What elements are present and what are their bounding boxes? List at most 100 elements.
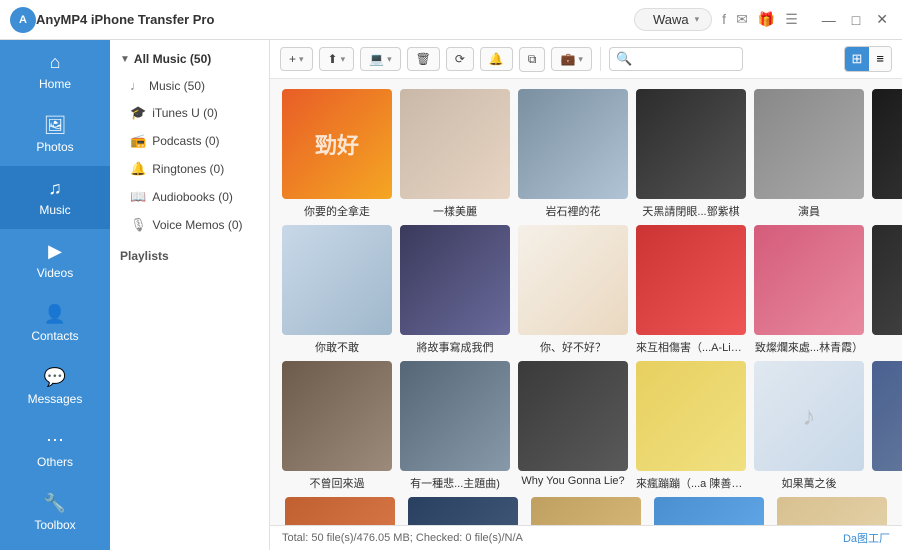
song-title-13: 不曾回來過 xyxy=(310,475,365,491)
list-item[interactable]: Why You Gonna Lie? xyxy=(518,361,628,491)
sidebar-item-contacts[interactable]: 👤 Contacts xyxy=(0,292,110,355)
export-icon: ⬆ xyxy=(328,52,338,66)
album-art-14 xyxy=(400,361,510,471)
photos-icon: 🖼 xyxy=(44,115,67,136)
sub-item-music[interactable]: ♩ Music (50) xyxy=(110,72,269,99)
list-item[interactable]: 來瘋蹦蹦（...a 陳善樺） xyxy=(636,361,746,491)
list-item[interactable]: 有一種悲...主題曲) xyxy=(400,361,510,491)
sub-label-itunes-u: iTunes U (0) xyxy=(152,106,218,120)
sidebar-item-music[interactable]: ♫ Music xyxy=(0,166,110,229)
sidebar-item-home[interactable]: ⌂ Home xyxy=(0,40,110,103)
window-controls: — □ ✕ xyxy=(818,9,892,30)
sub-item-itunes-u[interactable]: 🎓 iTunes U (0) xyxy=(110,99,269,127)
song-title-16: 來瘋蹦蹦（...a 陳善樺） xyxy=(636,475,746,491)
album-art-11 xyxy=(754,225,864,335)
song-title-3: 岩石裡的花 xyxy=(546,203,601,219)
list-item[interactable]: 勁好 你要的全拿走 xyxy=(282,89,392,219)
song-title-10: 來互相傷害（...A-Lin） xyxy=(636,339,746,355)
list-item[interactable] xyxy=(651,497,766,525)
list-item[interactable]: 體匿 xyxy=(872,225,902,355)
add-icon: + xyxy=(289,52,296,66)
minimize-button[interactable]: — xyxy=(818,10,840,30)
list-item[interactable]: 岩石裡的花 xyxy=(518,89,628,219)
list-item[interactable] xyxy=(528,497,643,525)
chat-icon[interactable]: ✉ xyxy=(736,11,748,28)
messages-icon: 💬 xyxy=(44,367,66,388)
list-item[interactable]: 你敢不敢 xyxy=(282,225,392,355)
list-item[interactable]: 演員 xyxy=(754,89,864,219)
sub-item-podcasts[interactable]: 📻 Podcasts (0) xyxy=(110,127,269,155)
podcasts-icon: 📻 xyxy=(130,133,146,149)
all-music-label: All Music (50) xyxy=(134,52,211,66)
list-item[interactable]: 候鳥 xyxy=(872,89,902,219)
album-art-9 xyxy=(518,225,628,335)
more-button[interactable]: 💼 ▾ xyxy=(551,47,591,71)
album-art-18 xyxy=(872,361,902,471)
add-button[interactable]: + ▾ xyxy=(280,47,313,71)
right-content: + ▾ ⬆ ▾ 💻 ▾ 🗑 ⟳ 🔔 ⧉ xyxy=(270,40,902,550)
sidebar-label-others: Others xyxy=(37,455,73,469)
song-title-2: 一樣美麗 xyxy=(433,203,477,219)
voice-memos-icon: 🎙 xyxy=(130,217,147,233)
list-item[interactable]: 來互相傷害（...A-Lin） xyxy=(636,225,746,355)
more-arrow-icon: ▾ xyxy=(578,54,583,65)
list-item[interactable]: 致燦爛來處...林青霞） xyxy=(754,225,864,355)
list-item[interactable]: 將故事寫成我們 xyxy=(400,225,510,355)
sub-item-ringtones[interactable]: 🔔 Ringtones (0) xyxy=(110,155,269,183)
sidebar-item-photos[interactable]: 🖼 Photos xyxy=(0,103,110,166)
refresh-button[interactable]: ⟳ xyxy=(446,47,474,71)
album-art-20 xyxy=(408,497,518,525)
to-pc-icon: 💻 xyxy=(369,52,384,66)
close-button[interactable]: ✕ xyxy=(872,9,892,30)
to-pc-button[interactable]: 💻 ▾ xyxy=(360,47,400,71)
list-view-button[interactable]: ≡ xyxy=(869,47,891,71)
song-title-15: Why You Gonna Lie? xyxy=(521,475,624,487)
maximize-button[interactable]: □ xyxy=(848,10,864,30)
bell-button[interactable]: 🔔 xyxy=(480,47,513,71)
sub-item-audiobooks[interactable]: 📖 Audiobooks (0) xyxy=(110,183,269,211)
song-title-4: 天黑請閉眼...鄧紫棋 xyxy=(642,203,739,219)
song-title-17: 如果萬之後 xyxy=(782,475,837,491)
list-item[interactable]: 一樣美麗 xyxy=(400,89,510,219)
sidebar-label-home: Home xyxy=(39,77,71,91)
device-selector[interactable]: Wawa ▾ xyxy=(634,8,712,31)
facebook-icon[interactable]: f xyxy=(722,11,726,28)
sidebar-item-videos[interactable]: ▶ Videos xyxy=(0,229,110,292)
grid-view-button[interactable]: ⊞ xyxy=(845,47,870,71)
list-item[interactable]: 不曾回來過 xyxy=(282,361,392,491)
videos-icon: ▶ xyxy=(48,241,62,262)
sidebar-item-others[interactable]: ⋯ Others xyxy=(0,418,110,481)
collapse-arrow-icon: ▼ xyxy=(120,54,130,65)
search-input[interactable] xyxy=(636,52,736,66)
list-item[interactable] xyxy=(774,497,889,525)
list-item[interactable]: 你、好不好？ xyxy=(518,225,628,355)
song-title-9: 你、好不好？ xyxy=(540,339,606,355)
gift-icon[interactable]: 🎁 xyxy=(758,11,775,28)
status-link[interactable]: Da图工厂 xyxy=(843,530,890,546)
album-art-21 xyxy=(531,497,641,525)
copy-button[interactable]: ⧉ xyxy=(519,47,546,72)
list-item[interactable]: 最後一次 xyxy=(872,361,902,491)
sidebar-item-toolbox[interactable]: 🔧 Toolbox xyxy=(0,481,110,544)
all-music-header[interactable]: ▼ All Music (50) xyxy=(110,44,269,72)
sub-label-podcasts: Podcasts (0) xyxy=(152,134,219,148)
list-item[interactable]: 天黑請閉眼...鄧紫棋 xyxy=(636,89,746,219)
view-toggle: ⊞ ≡ xyxy=(844,46,893,72)
sidebar-item-messages[interactable]: 💬 Messages xyxy=(0,355,110,418)
list-item[interactable] xyxy=(282,497,397,525)
sub-label-voice-memos: Voice Memos (0) xyxy=(153,218,243,232)
album-art-3 xyxy=(518,89,628,199)
album-art-1: 勁好 xyxy=(282,89,392,199)
sidebar-label-messages: Messages xyxy=(28,392,83,406)
song-title-1: 你要的全拿走 xyxy=(304,203,370,219)
refresh-icon: ⟳ xyxy=(455,52,465,66)
list-item[interactable] xyxy=(405,497,520,525)
sub-item-voice-memos[interactable]: 🎙 Voice Memos (0) xyxy=(110,211,269,239)
album-art-5 xyxy=(754,89,864,199)
contacts-icon: 👤 xyxy=(44,304,66,325)
export-button[interactable]: ⬆ ▾ xyxy=(319,47,355,71)
list-item[interactable]: ♪ 如果萬之後 xyxy=(754,361,864,491)
delete-button[interactable]: 🗑 xyxy=(407,47,440,71)
music-icon: ♫ xyxy=(48,178,62,199)
menu-icon[interactable]: ☰ xyxy=(785,11,798,28)
